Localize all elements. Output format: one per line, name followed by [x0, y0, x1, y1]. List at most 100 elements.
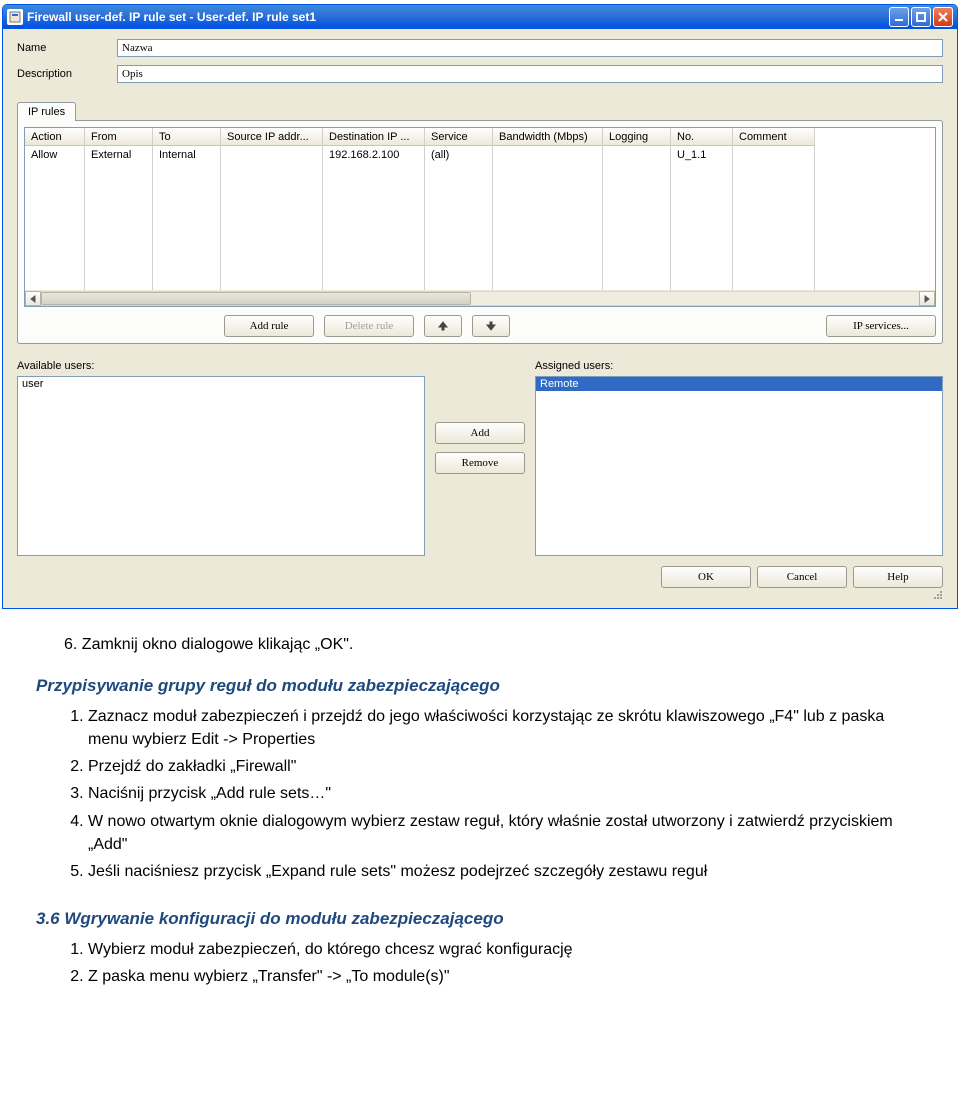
window-title: Firewall user-def. IP rule set - User-de…	[27, 10, 316, 24]
table-cell: .	[671, 218, 733, 236]
table-cell: .	[603, 236, 671, 254]
assigned-users-list[interactable]: Remote	[535, 376, 943, 556]
assigned-users-label: Assigned users:	[535, 360, 943, 372]
ordered-list: Zaznacz moduł zabezpieczeń i przejdź do …	[36, 705, 924, 883]
table-cell: 192.168.2.100	[323, 146, 425, 164]
column-header[interactable]: From	[85, 128, 153, 146]
table-cell: .	[153, 164, 221, 182]
table-cell: .	[425, 254, 493, 272]
table-cell: .	[85, 236, 153, 254]
description-input[interactable]	[117, 65, 943, 83]
remove-user-button[interactable]: Remove	[435, 452, 525, 474]
table-cell: .	[733, 182, 815, 200]
help-button[interactable]: Help	[853, 566, 943, 588]
add-rule-button[interactable]: Add rule	[224, 315, 314, 337]
ip-services-button[interactable]: IP services...	[826, 315, 936, 337]
minimize-button[interactable]	[889, 7, 909, 27]
maximize-button[interactable]	[911, 7, 931, 27]
table-cell: .	[221, 200, 323, 218]
column-header[interactable]: To	[153, 128, 221, 146]
table-cell: .	[493, 164, 603, 182]
table-cell: .	[733, 272, 815, 290]
add-user-button[interactable]: Add	[435, 422, 525, 444]
table-cell: .	[221, 164, 323, 182]
table-cell: .	[425, 236, 493, 254]
list-item: Naciśnij przycisk „Add rule sets…"	[88, 782, 924, 805]
scroll-track[interactable]	[41, 291, 919, 306]
table-cell: .	[153, 200, 221, 218]
table-cell: .	[85, 272, 153, 290]
table-cell: .	[323, 200, 425, 218]
minimize-icon	[893, 11, 905, 23]
table-cell: .	[323, 218, 425, 236]
table-cell: .	[221, 182, 323, 200]
table-cell: .	[153, 218, 221, 236]
delete-rule-button[interactable]: Delete rule	[324, 315, 414, 337]
column-header[interactable]: Destination IP ...	[323, 128, 425, 146]
table-cell: .	[493, 236, 603, 254]
table-cell	[221, 146, 323, 164]
table-cell: .	[85, 200, 153, 218]
table-cell: .	[425, 218, 493, 236]
column-header[interactable]: Logging	[603, 128, 671, 146]
table-cell: .	[221, 254, 323, 272]
table-row[interactable]: AllowExternalInternal192.168.2.100(all)U…	[25, 146, 935, 164]
column-header[interactable]: No.	[671, 128, 733, 146]
list-item[interactable]: Remote	[536, 377, 942, 391]
column-header[interactable]: Service	[425, 128, 493, 146]
list-item: W nowo otwartym oknie dialogowym wybierz…	[88, 810, 924, 856]
table-cell: .	[603, 272, 671, 290]
table-row: ..........	[25, 236, 935, 254]
table-cell: Internal	[153, 146, 221, 164]
column-header[interactable]: Bandwidth (Mbps)	[493, 128, 603, 146]
ip-rules-table[interactable]: ActionFromToSource IP addr...Destination…	[24, 127, 936, 307]
document-body: 6. Zamknij okno dialogowe klikając „OK".…	[0, 613, 960, 988]
arrow-down-icon	[485, 320, 497, 332]
table-cell: .	[25, 164, 85, 182]
column-header[interactable]: Source IP addr...	[221, 128, 323, 146]
doc-heading: 3.6 Wgrywanie konfiguracji do modułu zab…	[36, 907, 924, 932]
move-down-button[interactable]	[472, 315, 510, 337]
table-cell: .	[425, 272, 493, 290]
table-cell: .	[425, 164, 493, 182]
name-input[interactable]	[117, 39, 943, 57]
name-label: Name	[17, 42, 117, 54]
available-users-list[interactable]: user	[17, 376, 425, 556]
table-cell: .	[733, 200, 815, 218]
scroll-right-arrow[interactable]	[919, 291, 935, 306]
available-users-label: Available users:	[17, 360, 425, 372]
app-icon	[7, 9, 23, 25]
table-cell: .	[323, 236, 425, 254]
scroll-left-arrow[interactable]	[25, 291, 41, 306]
table-cell: .	[603, 164, 671, 182]
horizontal-scrollbar[interactable]	[25, 290, 935, 306]
resize-grip[interactable]	[17, 588, 943, 600]
table-cell: .	[323, 272, 425, 290]
table-cell: .	[221, 218, 323, 236]
list-item: Zaznacz moduł zabezpieczeń i przejdź do …	[88, 705, 924, 751]
tab-ip-rules[interactable]: IP rules	[17, 102, 76, 121]
table-cell: .	[493, 182, 603, 200]
ok-button[interactable]: OK	[661, 566, 751, 588]
scroll-thumb[interactable]	[41, 292, 471, 305]
table-cell: .	[25, 182, 85, 200]
column-header[interactable]: Comment	[733, 128, 815, 146]
column-header[interactable]: Action	[25, 128, 85, 146]
list-item[interactable]: user	[18, 377, 424, 391]
table-row: ..........	[25, 200, 935, 218]
table-cell: External	[85, 146, 153, 164]
move-up-button[interactable]	[424, 315, 462, 337]
table-cell: .	[25, 218, 85, 236]
table-cell: .	[425, 182, 493, 200]
arrow-up-icon	[437, 320, 449, 332]
close-button[interactable]	[933, 7, 953, 27]
table-cell: .	[493, 200, 603, 218]
titlebar[interactable]: Firewall user-def. IP rule set - User-de…	[3, 5, 957, 29]
table-cell: .	[603, 218, 671, 236]
doc-heading: Przypisywanie grupy reguł do modułu zabe…	[36, 674, 924, 699]
ordered-list: Wybierz moduł zabezpieczeń, do którego c…	[36, 938, 924, 988]
table-cell: .	[671, 200, 733, 218]
cancel-button[interactable]: Cancel	[757, 566, 847, 588]
table-cell	[493, 146, 603, 164]
table-cell: .	[603, 182, 671, 200]
